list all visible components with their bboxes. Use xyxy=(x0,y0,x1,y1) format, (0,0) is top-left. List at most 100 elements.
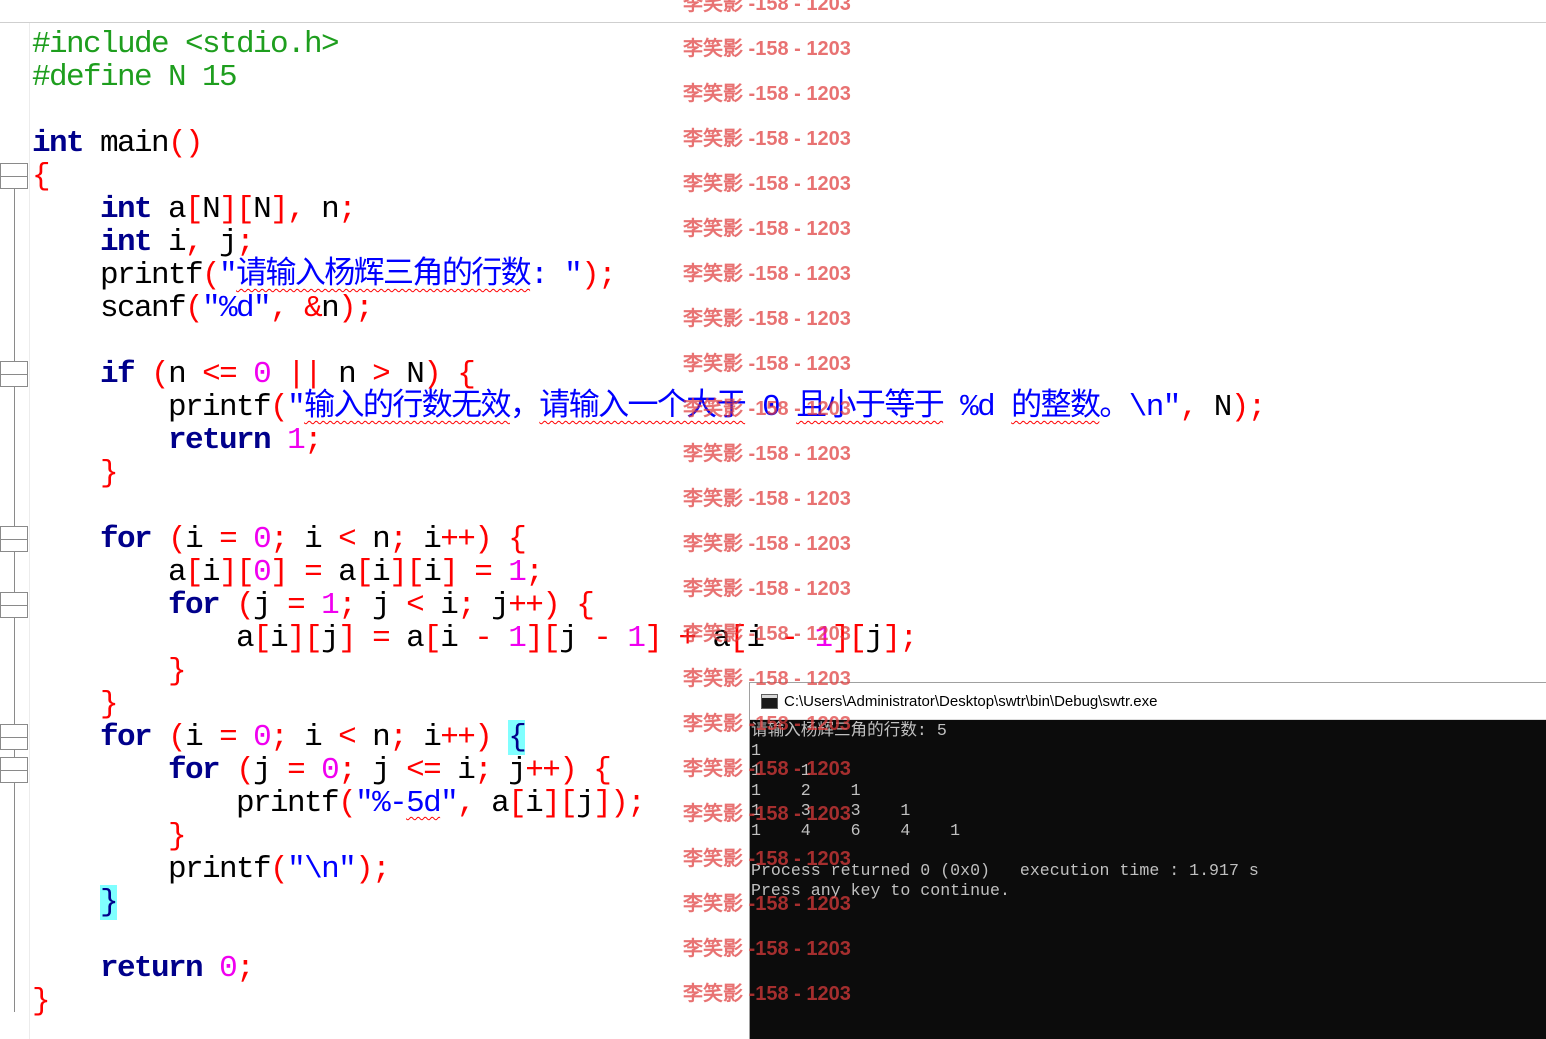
editor-margin-edge xyxy=(29,23,30,1039)
code-line[interactable]: for (i = 0; i < n; i++) { xyxy=(32,523,1546,556)
code-line[interactable]: if (n <= 0 || n > N) { xyxy=(32,358,1546,391)
code-operator: ; xyxy=(236,225,255,260)
code-line[interactable]: return 1; xyxy=(32,424,1546,457)
code-identifier: i xyxy=(423,555,442,590)
fold-collapse-icon[interactable] xyxy=(0,592,28,618)
code-operator: = xyxy=(219,522,238,557)
code-identifier xyxy=(304,753,321,788)
code-identifier: printf xyxy=(32,852,272,887)
code-identifier xyxy=(32,522,100,557)
code-operator: ; xyxy=(236,951,255,986)
code-operator: { xyxy=(508,522,527,557)
console-line: 1 xyxy=(751,741,761,760)
code-identifier xyxy=(32,225,100,260)
code-identifier: j xyxy=(202,225,238,260)
code-operator: ; xyxy=(338,753,357,788)
code-string: 。\n" xyxy=(1099,390,1181,425)
code-operator: ; xyxy=(389,522,408,557)
fold-collapse-icon[interactable] xyxy=(0,757,28,783)
code-identifier xyxy=(32,720,100,755)
code-line[interactable] xyxy=(32,94,1546,127)
code-operator: ++) xyxy=(525,753,578,788)
console-window-icon xyxy=(761,694,778,709)
fold-collapse-icon[interactable] xyxy=(0,361,28,387)
code-identifier: N xyxy=(389,357,425,392)
code-line[interactable]: #include <stdio.h> xyxy=(32,28,1546,61)
code-keyword: return xyxy=(100,951,204,986)
code-line[interactable]: printf("输入的行数无效，请输入一个大于 0 且小于等于 %d 的整数。\… xyxy=(32,391,1546,424)
console-window[interactable]: C:\Users\Administrator\Desktop\swtr\bin\… xyxy=(749,682,1546,1039)
code-identifier: a xyxy=(151,192,187,227)
code-line[interactable]: a[i][0] = a[i][i] = 1; xyxy=(32,556,1546,589)
console-output[interactable]: 请输入杨辉三角的行数: 511 11 2 11 3 3 11 4 6 4 1 Pr… xyxy=(750,721,1546,1039)
code-identifier xyxy=(32,456,100,491)
code-operator: ][ xyxy=(831,621,867,656)
code-line[interactable]: for (j = 1; j < i; j++) { xyxy=(32,589,1546,622)
fold-collapse-icon[interactable] xyxy=(0,163,28,189)
code-operator: , xyxy=(185,225,204,260)
code-operator: [ xyxy=(508,786,527,821)
code-identifier: j xyxy=(355,588,407,623)
code-operator: { xyxy=(32,159,51,194)
fold-collapse-icon[interactable] xyxy=(0,526,28,552)
code-operator: ] xyxy=(338,621,357,656)
code-preprocessor: #include <stdio.h> xyxy=(32,28,340,62)
code-operator: = xyxy=(219,720,238,755)
code-operator: ][ xyxy=(389,555,425,590)
code-identifier: printf xyxy=(32,258,204,293)
code-line[interactable]: int main() xyxy=(32,127,1546,160)
code-identifier xyxy=(491,720,508,755)
code-line[interactable] xyxy=(32,325,1546,358)
code-identifier xyxy=(32,588,168,623)
code-identifier: j xyxy=(474,588,510,623)
code-identifier xyxy=(151,522,168,557)
code-identifier: a xyxy=(695,621,731,656)
code-identifier: j xyxy=(253,588,288,623)
code-identifier xyxy=(355,621,372,656)
code-operator: ; xyxy=(627,786,646,821)
code-identifier: printf xyxy=(32,786,340,821)
code-operator: , xyxy=(270,291,289,326)
fold-collapse-icon[interactable] xyxy=(0,724,28,750)
code-operator: ; xyxy=(270,720,289,755)
code-string: "%- xyxy=(355,786,408,821)
code-identifier: scanf xyxy=(32,291,187,326)
code-operator: ); xyxy=(581,258,617,293)
console-title-bar[interactable]: C:\Users\Administrator\Desktop\swtr\bin\… xyxy=(750,683,1546,720)
code-line[interactable]: #define N 15 xyxy=(32,61,1546,94)
code-line[interactable]: printf("请输入杨辉三角的行数: "); xyxy=(32,259,1546,292)
code-operator: ( xyxy=(202,258,221,293)
code-identifier xyxy=(610,621,627,656)
code-operator: < xyxy=(338,720,357,755)
code-operator: ) xyxy=(423,357,442,392)
code-line[interactable] xyxy=(32,490,1546,523)
code-operator: } xyxy=(100,687,119,722)
code-operator: = xyxy=(287,753,306,788)
code-line[interactable]: a[i][j] = a[i - 1][j - 1] + a[i - 1][j]; xyxy=(32,622,1546,655)
code-preprocessor: #define N 15 xyxy=(32,60,238,95)
code-line[interactable]: int i, j; xyxy=(32,226,1546,259)
code-operator: = xyxy=(372,621,391,656)
code-identifier: j xyxy=(576,786,595,821)
code-string: %d xyxy=(943,390,1012,425)
code-identifier xyxy=(32,192,100,227)
code-identifier xyxy=(491,621,508,656)
code-line[interactable]: int a[N][N], n; xyxy=(32,193,1546,226)
code-operator: ; xyxy=(338,588,357,623)
code-identifier: a xyxy=(32,555,187,590)
code-operator: < xyxy=(406,588,425,623)
code-identifier xyxy=(797,621,814,656)
code-identifier: i xyxy=(287,522,339,557)
code-line[interactable]: scanf("%d", &n); xyxy=(32,292,1546,325)
code-operator: + xyxy=(678,621,697,656)
code-operator: [ xyxy=(185,555,204,590)
console-line: Press any key to continue. xyxy=(751,881,1010,900)
code-number: 0 xyxy=(253,357,272,392)
code-operator: ] xyxy=(440,555,459,590)
code-identifier xyxy=(202,951,219,986)
code-keyword: if xyxy=(100,357,136,392)
code-line[interactable]: } xyxy=(32,457,1546,490)
code-identifier xyxy=(32,753,168,788)
code-line[interactable]: { xyxy=(32,160,1546,193)
code-operator: ++) xyxy=(440,522,493,557)
